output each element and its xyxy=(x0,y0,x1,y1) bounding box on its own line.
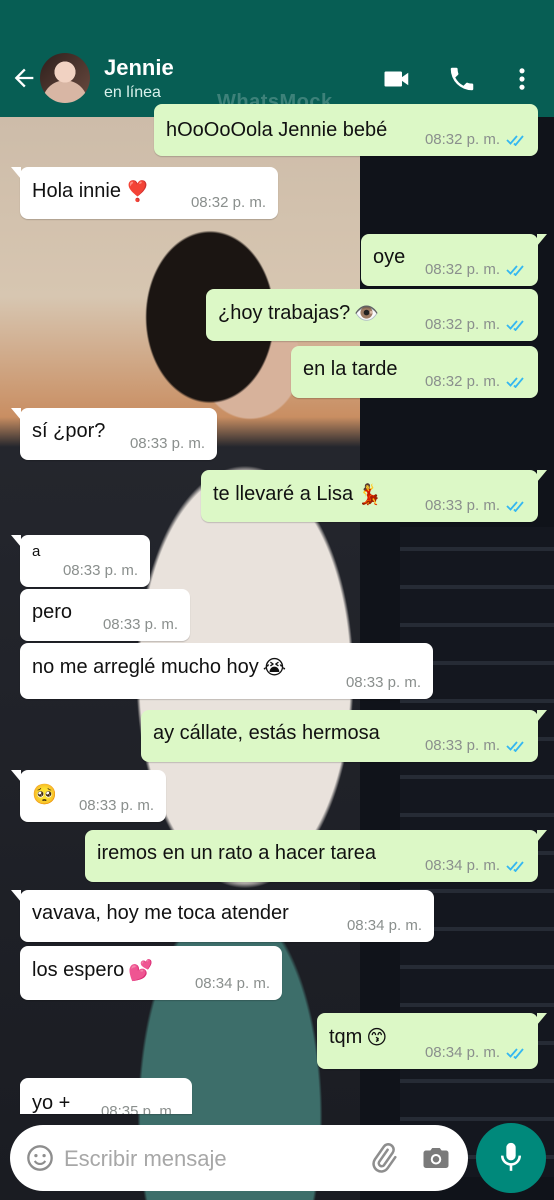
arrow-left-icon[interactable] xyxy=(10,64,38,92)
message-text: ay cállate, estás hermosa xyxy=(153,722,380,744)
message-bubble-incoming[interactable]: yo + 08:35 p. m. xyxy=(20,1078,192,1114)
double-check-icon xyxy=(506,501,524,512)
status-bar xyxy=(0,0,554,40)
message-time: 08:32 p. m. xyxy=(424,261,500,278)
double-check-icon xyxy=(506,741,524,752)
double-check-icon xyxy=(506,265,524,276)
message-emoji: 🥺 xyxy=(32,784,57,806)
message-bubble-outgoing[interactable]: te llevaré a Lisa 💃 08:33 p. m. xyxy=(201,470,547,522)
message-bubble-incoming[interactable]: vavava, hoy me toca atender 08:34 p. m. xyxy=(11,890,434,942)
message-time: 08:34 p. m. xyxy=(194,975,270,992)
message-emoji: 💃 xyxy=(357,484,382,506)
contact-name[interactable]: Jennie xyxy=(104,55,174,81)
message-time: 08:33 p. m. xyxy=(424,497,500,514)
smile-icon[interactable] xyxy=(26,1144,54,1172)
message-time: 08:32 p. m. xyxy=(190,194,266,211)
message-bubble-incoming[interactable]: pero 08:33 p. m. xyxy=(20,589,190,641)
message-bubble-outgoing[interactable]: tqm 😙 08:34 p. m. xyxy=(317,1013,547,1069)
message-bubble-outgoing[interactable]: hOoOoOola Jennie bebé 08:32 p. m. xyxy=(154,104,538,156)
message-input[interactable] xyxy=(62,1137,356,1181)
phone-icon[interactable] xyxy=(445,64,479,94)
message-time: 08:33 p. m. xyxy=(129,435,205,452)
more-vertical-icon[interactable] xyxy=(508,64,536,94)
message-text: ¿hoy trabajas? xyxy=(218,301,351,324)
message-emoji: 👁️ xyxy=(354,303,380,325)
message-text: Hola innie xyxy=(32,179,121,202)
message-bubble-outgoing[interactable]: ay cállate, estás hermosa 08:33 p. m. xyxy=(141,710,547,762)
message-emoji: 💕 xyxy=(128,960,154,982)
message-text: iremos en un rato a hacer tarea xyxy=(97,842,377,864)
message-time: 08:32 p. m. xyxy=(424,373,500,390)
message-text: tqm xyxy=(329,1025,363,1048)
message-time: 08:33 p. m. xyxy=(62,562,138,579)
message-bubble-outgoing[interactable]: ¿hoy trabajas? 👁️ 08:32 p. m. xyxy=(206,289,538,341)
message-composer xyxy=(10,1125,468,1191)
message-bubble-incoming[interactable]: sí ¿por? 08:33 p. m. xyxy=(11,408,217,460)
message-bubble-incoming[interactable]: Hola innie ❣️ 08:32 p. m. xyxy=(11,167,278,219)
double-check-icon xyxy=(506,320,524,331)
message-text: pero xyxy=(32,601,73,623)
avatar[interactable] xyxy=(40,53,90,103)
message-time: 08:33 p. m. xyxy=(78,797,154,814)
message-time: 08:34 p. m. xyxy=(424,857,500,874)
voice-message-button[interactable] xyxy=(476,1123,546,1193)
message-emoji: 😙 xyxy=(366,1027,388,1049)
double-check-icon xyxy=(506,377,524,388)
message-text: oye xyxy=(373,246,406,268)
microphone-icon xyxy=(500,1142,522,1171)
message-time: 08:34 p. m. xyxy=(346,917,422,934)
message-bubble-incoming[interactable]: no me arreglé mucho hoy 😭 08:33 p. m. xyxy=(20,643,433,699)
message-time: 08:34 p. m. xyxy=(424,1044,500,1061)
message-text: no me arreglé mucho hoy xyxy=(32,655,259,678)
message-text: te llevaré a Lisa xyxy=(213,482,354,505)
message-text: en la tarde xyxy=(303,358,398,380)
paperclip-icon[interactable] xyxy=(367,1142,399,1174)
message-text: vavava, hoy me toca atender xyxy=(32,902,289,924)
message-time: 08:33 p. m. xyxy=(424,737,500,754)
camera-icon[interactable] xyxy=(420,1143,452,1173)
message-bubble-incoming[interactable]: a 08:33 p. m. xyxy=(11,535,150,587)
message-bubble-incoming[interactable]: los espero 💕 08:34 p. m. xyxy=(20,946,282,1000)
message-time: 08:33 p. m. xyxy=(102,616,178,633)
double-check-icon xyxy=(506,135,524,146)
message-time: 08:33 p. m. xyxy=(345,674,421,691)
double-check-icon xyxy=(506,861,524,872)
double-check-icon xyxy=(506,1048,524,1059)
message-emoji: ❣️ xyxy=(124,181,150,203)
video-camera-icon[interactable] xyxy=(380,64,414,94)
message-time: 08:35 p. m. xyxy=(100,1103,176,1114)
message-text: a xyxy=(32,543,41,560)
message-bubble-incoming[interactable]: 🥺 08:33 p. m. xyxy=(11,770,166,822)
message-time: 08:32 p. m. xyxy=(424,316,500,333)
message-time: 08:32 p. m. xyxy=(424,131,500,148)
message-bubble-outgoing[interactable]: en la tarde 08:32 p. m. xyxy=(291,346,538,398)
message-bubble-outgoing[interactable]: oye 08:32 p. m. xyxy=(361,234,547,286)
contact-status: en línea xyxy=(104,84,161,101)
message-emoji: 😭 xyxy=(262,657,287,679)
message-bubble-outgoing[interactable]: iremos en un rato a hacer tarea 08:34 p.… xyxy=(85,830,547,882)
message-text: sí ¿por? xyxy=(32,420,106,442)
message-text: los espero xyxy=(32,958,125,981)
message-text: hOoOoOola Jennie bebé xyxy=(166,119,388,141)
message-text: yo + xyxy=(32,1092,71,1114)
